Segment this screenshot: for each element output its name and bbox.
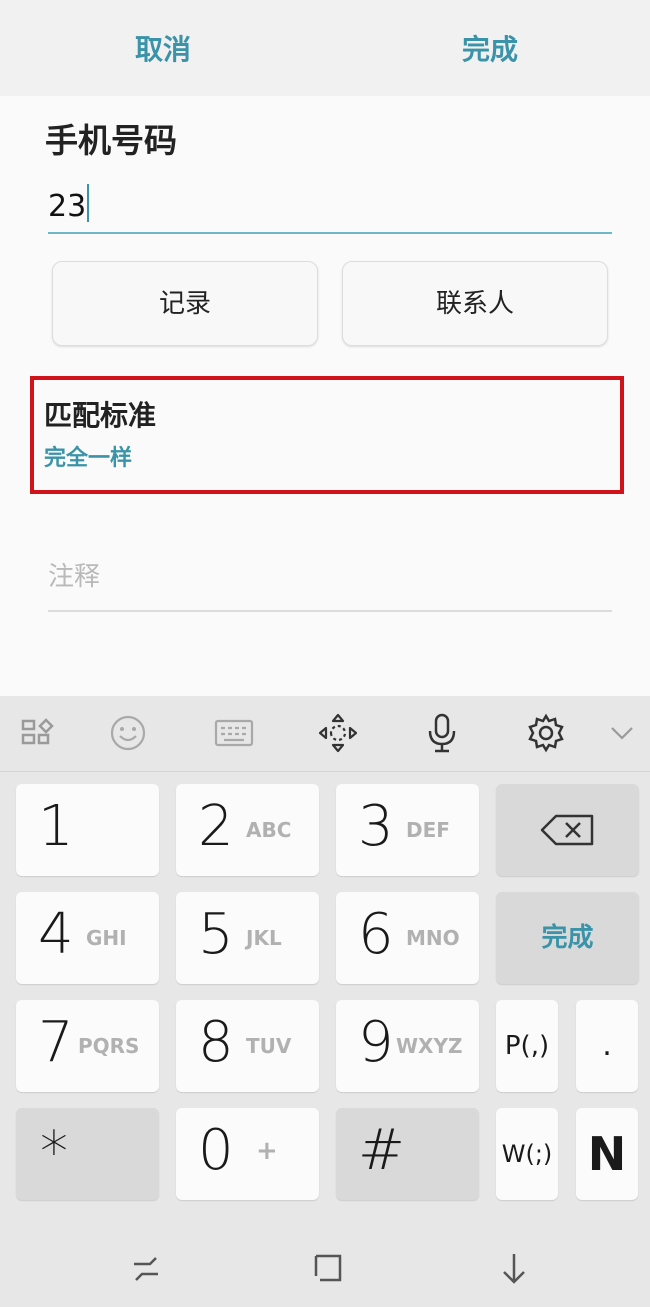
key-9[interactable]: 9 WXYZ: [336, 1000, 479, 1092]
phone-number-value: 23: [48, 189, 87, 224]
grid-icon[interactable]: [18, 711, 62, 755]
key-letters: +: [256, 1136, 278, 1166]
key-letters: TUV: [246, 1034, 292, 1058]
key-4[interactable]: 4 GHI: [16, 892, 159, 984]
dial-keyboard: 1 2 ABC 3 DEF 4 GHI 5 JKL 6 MNO 完成 7 PQR…: [0, 696, 650, 1307]
key-letters: MNO: [406, 926, 460, 950]
key-letters: DEF: [406, 818, 450, 842]
done-button[interactable]: 完成: [462, 28, 518, 68]
key-3[interactable]: 3 DEF: [336, 784, 479, 876]
key-digit: 6: [358, 902, 394, 967]
backspace-key[interactable]: [496, 784, 639, 876]
key-digit: 2: [198, 794, 234, 859]
match-criteria-label: 匹配标准: [44, 399, 157, 432]
key-hash[interactable]: #: [336, 1108, 479, 1200]
key-2[interactable]: 2 ABC: [176, 784, 319, 876]
dot-key-label: .: [602, 1028, 612, 1063]
key-1[interactable]: 1: [16, 784, 159, 876]
home-icon[interactable]: [306, 1246, 350, 1290]
keyboard-icon[interactable]: [212, 711, 256, 755]
key-0[interactable]: 0 +: [176, 1108, 319, 1200]
chevron-down-icon[interactable]: [600, 711, 644, 755]
backspace-icon: [540, 814, 594, 846]
contacts-button[interactable]: 联系人: [342, 261, 608, 346]
key-letters: JKL: [246, 926, 282, 950]
key-digit: 0: [198, 1118, 234, 1183]
back-icon[interactable]: [492, 1246, 536, 1290]
pause-key-label: P(,): [504, 1031, 550, 1061]
key-5[interactable]: 5 JKL: [176, 892, 319, 984]
records-button[interactable]: 记录: [52, 261, 318, 346]
phone-number-label: 手机号码: [45, 121, 177, 160]
text-cursor: [87, 184, 90, 222]
key-letters: PQRS: [78, 1034, 140, 1058]
n-key[interactable]: N: [576, 1108, 638, 1200]
settings-icon[interactable]: [524, 711, 568, 755]
key-digit: 8: [198, 1010, 234, 1075]
n-key-label: N: [587, 1127, 627, 1181]
key-letters: GHI: [86, 926, 127, 950]
wait-key[interactable]: W(;): [496, 1108, 558, 1200]
key-digit: 9: [358, 1010, 394, 1075]
note-input[interactable]: 注释: [48, 556, 612, 612]
key-digit: 3: [358, 794, 394, 859]
key-digit: 1: [38, 794, 74, 859]
phone-number-input[interactable]: 23: [48, 176, 612, 234]
key-digit: 5: [198, 902, 234, 967]
cancel-button[interactable]: 取消: [135, 28, 191, 68]
dot-key[interactable]: .: [576, 1000, 638, 1092]
key-letters: WXYZ: [396, 1034, 463, 1058]
recents-icon[interactable]: [124, 1246, 168, 1290]
keyboard-toolbar: [0, 696, 650, 772]
key-7[interactable]: 7 PQRS: [16, 1000, 159, 1092]
block-number-form: 手机号码 23 记录 联系人 匹配标准 完全一样 注释: [0, 96, 650, 696]
wait-key-label: W(;): [501, 1140, 553, 1168]
move-icon[interactable]: [316, 711, 360, 755]
key-star[interactable]: *: [16, 1108, 159, 1200]
key-digit: 4: [38, 902, 74, 967]
key-digit: *: [40, 1120, 68, 1185]
match-criteria-option[interactable]: 匹配标准 完全一样: [30, 376, 624, 494]
top-action-bar: 取消 完成: [0, 0, 650, 96]
mic-icon[interactable]: [420, 711, 464, 755]
pause-key[interactable]: P(,): [496, 1000, 558, 1092]
key-digit: 7: [38, 1010, 74, 1075]
key-digit: #: [358, 1118, 405, 1183]
keyboard-done-label: 完成: [541, 923, 594, 953]
emoji-icon[interactable]: [106, 711, 150, 755]
match-criteria-value: 完全一样: [44, 446, 133, 471]
system-navigation-bar: [0, 1228, 650, 1307]
keyboard-done-key[interactable]: 完成: [496, 892, 639, 984]
key-letters: ABC: [246, 818, 292, 842]
key-6[interactable]: 6 MNO: [336, 892, 479, 984]
key-8[interactable]: 8 TUV: [176, 1000, 319, 1092]
